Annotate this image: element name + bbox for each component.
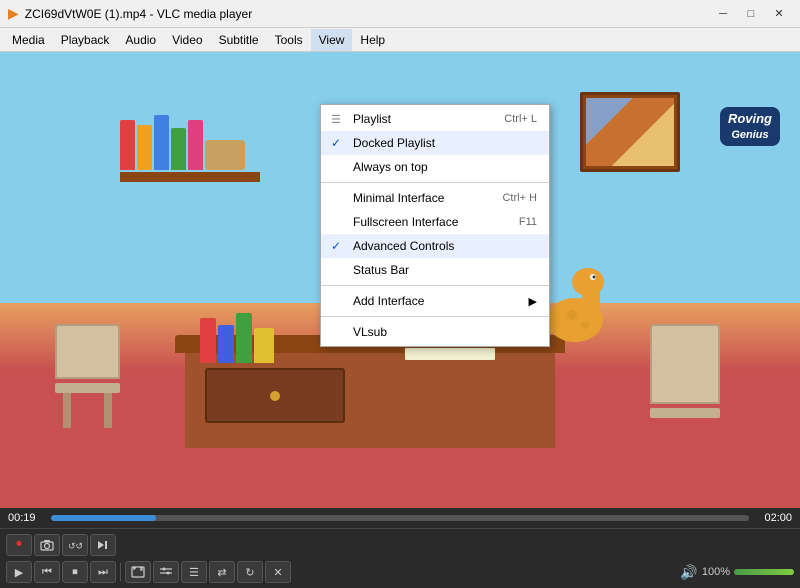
menu-item-tools[interactable]: Tools xyxy=(267,29,311,51)
fullscreen-interface-label: Fullscreen Interface xyxy=(353,215,458,229)
minimal-interface-label: Minimal Interface xyxy=(353,191,444,205)
menu-item-status-bar[interactable]: Status Bar xyxy=(321,258,549,282)
ctrl-separator-1 xyxy=(120,563,121,581)
volume-fill xyxy=(734,569,794,575)
random-button[interactable]: ⇄ xyxy=(209,561,235,583)
picture-frame xyxy=(580,92,680,172)
snapshot-button[interactable] xyxy=(34,534,60,556)
menu-item-always-on-top[interactable]: Always on top xyxy=(321,155,549,179)
frame-by-frame-button[interactable] xyxy=(90,534,116,556)
minimize-button[interactable]: ─ xyxy=(710,4,736,24)
add-interface-label: Add Interface xyxy=(353,294,424,308)
menu-item-minimal-interface[interactable]: Minimal Interface Ctrl+ H xyxy=(321,186,549,210)
volume-area: 🔊 100% xyxy=(680,564,794,581)
playlist-label: Playlist xyxy=(353,112,391,126)
menu-item-fullscreen-interface[interactable]: Fullscreen Interface F11 xyxy=(321,210,549,234)
cartoon-background: Roving Genius xyxy=(0,52,800,508)
more-button[interactable]: ✕ xyxy=(265,561,291,583)
chair-right xyxy=(650,324,720,418)
menu-item-subtitle[interactable]: Subtitle xyxy=(211,29,267,51)
advanced-controls-check: ✓ xyxy=(331,239,341,253)
play-button[interactable]: ▶ xyxy=(6,561,32,583)
svg-text:↺↺: ↺↺ xyxy=(68,541,82,551)
roving-genius-logo: Roving Genius xyxy=(720,107,780,146)
progress-area: 00:19 02:00 xyxy=(0,508,800,528)
menu-bar: Media Playback Audio Video Subtitle Tool… xyxy=(0,28,800,52)
progress-bar[interactable] xyxy=(51,515,749,521)
window-controls: ─ □ ✕ xyxy=(710,4,792,24)
status-bar-label: Status Bar xyxy=(353,263,409,277)
fullscreen-interface-shortcut: F11 xyxy=(519,216,537,228)
always-on-top-label: Always on top xyxy=(353,160,428,174)
advanced-controls-label: Advanced Controls xyxy=(353,239,454,253)
playlist-shortcut: Ctrl+ L xyxy=(504,113,537,125)
prev-button[interactable]: ⏮ xyxy=(34,561,60,583)
menu-item-advanced-controls[interactable]: ✓ Advanced Controls xyxy=(321,234,549,258)
progress-fill xyxy=(51,515,156,521)
controls-area: ⏺ ↺↺ ▶ ⏮ ⏹ ⏭ ☰ ⇄ ↻ ✕ 🔊 100% xyxy=(0,528,800,588)
main-controls-row: ▶ ⏮ ⏹ ⏭ ☰ ⇄ ↻ ✕ 🔊 100% xyxy=(6,559,794,587)
add-interface-arrow: ▶ xyxy=(529,295,537,308)
menu-item-add-interface[interactable]: Add Interface ▶ xyxy=(321,289,549,313)
playlist-button[interactable]: ☰ xyxy=(181,561,207,583)
volume-bar[interactable] xyxy=(734,569,794,575)
title-bar: ▶ ZCI69dVtW0E (1).mp4 - VLC media player… xyxy=(0,0,800,28)
next-button[interactable]: ⏭ xyxy=(90,561,116,583)
volume-label: 100% xyxy=(702,566,730,578)
separator-1 xyxy=(321,182,549,183)
menu-item-playlist[interactable]: ☰ Playlist Ctrl+ L xyxy=(321,107,549,131)
separator-3 xyxy=(321,316,549,317)
chair-left xyxy=(55,324,120,428)
close-button[interactable]: ✕ xyxy=(766,4,792,24)
fullscreen-button[interactable] xyxy=(125,561,151,583)
record-button[interactable]: ⏺ xyxy=(6,534,32,556)
menu-item-docked-playlist[interactable]: ✓ Docked Playlist xyxy=(321,131,549,155)
docked-playlist-check: ✓ xyxy=(331,136,341,150)
stop-button[interactable]: ⏹ xyxy=(62,561,88,583)
maximize-button[interactable]: □ xyxy=(738,4,764,24)
advanced-controls-row: ⏺ ↺↺ xyxy=(6,531,794,559)
separator-2 xyxy=(321,285,549,286)
menu-item-media[interactable]: Media xyxy=(4,29,53,51)
app-icon: ▶ xyxy=(8,5,19,22)
extended-settings-button[interactable] xyxy=(153,561,179,583)
menu-item-video[interactable]: Video xyxy=(164,29,210,51)
menu-item-view[interactable]: View xyxy=(311,29,353,51)
menu-item-audio[interactable]: Audio xyxy=(117,29,164,51)
view-menu-dropdown: ☰ Playlist Ctrl+ L ✓ Docked Playlist Alw… xyxy=(320,104,550,347)
video-area: Roving Genius xyxy=(0,52,800,508)
time-total: 02:00 xyxy=(757,512,792,524)
menu-item-playback[interactable]: Playback xyxy=(53,29,118,51)
loop-ab-button[interactable]: ↺↺ xyxy=(62,534,88,556)
vlsub-label: VLsub xyxy=(353,325,387,339)
volume-icon: 🔊 xyxy=(680,564,697,581)
loop-button[interactable]: ↻ xyxy=(237,561,263,583)
desk xyxy=(175,335,565,448)
menu-item-vlsub[interactable]: VLsub xyxy=(321,320,549,344)
shelf xyxy=(120,112,260,182)
menu-item-help[interactable]: Help xyxy=(352,29,393,51)
window-title: ZCI69dVtW0E (1).mp4 - VLC media player xyxy=(25,7,710,21)
docked-playlist-label: Docked Playlist xyxy=(353,136,435,150)
time-elapsed: 00:19 xyxy=(8,512,43,524)
minimal-interface-shortcut: Ctrl+ H xyxy=(502,192,537,204)
